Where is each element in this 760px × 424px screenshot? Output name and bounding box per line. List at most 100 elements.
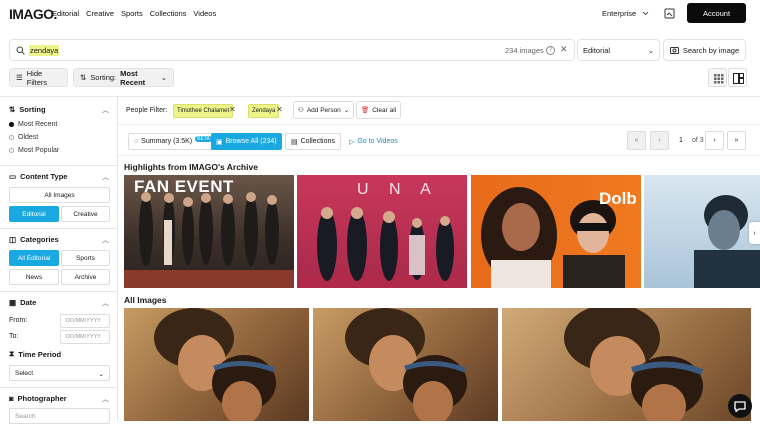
content-creative-button[interactable]: Creative	[61, 206, 110, 222]
sorting-button[interactable]: ⇅ Sorting: Most Recent ⌄	[73, 68, 174, 87]
sorting-title: Sorting	[19, 105, 46, 114]
nav-creative[interactable]: Creative	[86, 9, 114, 18]
chevron-down-icon: ⌄	[343, 107, 350, 114]
category-archive-button[interactable]: Archive	[61, 269, 110, 285]
tab-collections-label: Collections	[300, 138, 335, 145]
photo-caption: Dolb	[599, 189, 637, 208]
chat-button[interactable]	[728, 394, 752, 418]
enterprise-selector[interactable]: Enterprise	[602, 9, 649, 18]
date-from-input[interactable]: DD/MM/YYYY	[60, 314, 110, 328]
categories-icon: ◫	[9, 235, 17, 244]
result-count: 234 images	[505, 46, 544, 55]
chevron-up-icon[interactable]: ︿	[102, 105, 109, 115]
time-period-select[interactable]: Select ⌄	[9, 365, 110, 381]
filter-sidebar: ⇅ Sorting ︿ Most Recent Oldest Most Popu…	[0, 97, 118, 424]
sort-option-oldest[interactable]: Oldest	[9, 134, 38, 141]
nav-videos[interactable]: Videos	[193, 9, 216, 18]
mosaic-view-button[interactable]	[728, 68, 747, 87]
hourglass-icon: ⧗	[9, 349, 15, 358]
highlight-image-2[interactable]: U N A	[297, 175, 467, 288]
search-icon	[16, 46, 25, 55]
sort-icon: ⇅	[80, 73, 87, 82]
date-section-header[interactable]: ▦ Date	[9, 298, 36, 307]
main-nav: Editorial Creative Sports Collections Vi…	[52, 9, 223, 18]
time-period-header: ⧗ Time Period	[9, 349, 61, 359]
go-to-videos-link[interactable]: ▷ Go to Videos	[344, 133, 403, 150]
chevron-up-icon[interactable]: ︿	[102, 394, 109, 404]
categories-section-header[interactable]: ◫ Categories	[9, 235, 59, 244]
lightbox-icon[interactable]	[664, 8, 675, 19]
chevron-up-icon[interactable]: ︿	[102, 235, 109, 245]
highlights-title: Highlights from IMAGO's Archive	[124, 162, 258, 172]
current-page[interactable]: 1	[679, 137, 683, 144]
remove-chip-icon[interactable]: ✕	[229, 105, 236, 114]
chevron-down-icon: ⌄	[98, 371, 104, 378]
all-images-title: All Images	[124, 295, 167, 305]
add-person-button[interactable]: ⚇ Add Person ⌄	[293, 101, 355, 119]
prev-page-button[interactable]: ‹	[650, 131, 669, 150]
clear-search-icon[interactable]: ✕	[560, 44, 568, 55]
sort-option-most-popular[interactable]: Most Popular	[9, 147, 59, 154]
search-type-select[interactable]: Editorial ⌄	[577, 39, 660, 61]
sort-option-most-recent[interactable]: Most Recent	[9, 121, 57, 128]
person-chip-zendaya[interactable]: Zendaya	[248, 104, 280, 118]
image-card[interactable]	[124, 308, 309, 421]
person-chip-timothee[interactable]: Timothee Chalamet	[173, 104, 234, 118]
first-page-button[interactable]: «	[627, 131, 646, 150]
search-bar[interactable]: zendaya 234 images ? ✕	[9, 39, 575, 61]
search-query[interactable]: zendaya	[29, 45, 60, 56]
carousel-next-button[interactable]: ›	[749, 222, 760, 244]
photo	[564, 308, 704, 421]
mosaic-icon	[733, 73, 744, 84]
tab-collections[interactable]: ▤ Collections	[285, 133, 341, 150]
search-by-image-button[interactable]: Search by image	[663, 39, 746, 61]
next-page-button[interactable]: ›	[705, 131, 724, 150]
add-person-label: Add Person	[306, 106, 341, 114]
nav-editorial[interactable]: Editorial	[52, 9, 79, 18]
enterprise-label: Enterprise	[602, 9, 637, 18]
hide-filters-button[interactable]: ☰ Hide Filters	[9, 68, 68, 87]
tab-browse-all[interactable]: ▣ Browse All (234)	[211, 133, 282, 150]
image-card[interactable]	[313, 308, 498, 421]
add-user-icon: ⚇	[298, 107, 304, 114]
people-filter-label: People Filter:	[126, 107, 168, 114]
photographer-section-header[interactable]: ◙ Photographer	[9, 394, 67, 403]
nav-sports[interactable]: Sports	[121, 9, 143, 18]
help-icon[interactable]: ?	[546, 46, 555, 55]
remove-chip-icon[interactable]: ✕	[276, 105, 283, 114]
chevron-up-icon[interactable]: ︿	[102, 298, 109, 308]
divider	[0, 165, 118, 166]
category-news-button[interactable]: News	[9, 269, 59, 285]
radio-selected-icon	[9, 122, 14, 127]
date-title: Date	[20, 298, 37, 307]
beta-badge: BETA	[195, 136, 212, 142]
chat-icon	[734, 401, 746, 413]
content-type-section-header[interactable]: ▭ Content Type	[9, 172, 67, 181]
category-sports-button[interactable]: Sports	[61, 250, 110, 266]
content-type-icon: ▭	[9, 172, 17, 181]
category-all-editorial-button[interactable]: All Editorial	[9, 250, 59, 266]
date-to-input[interactable]: DD/MM/YYYY	[60, 330, 110, 344]
tab-browse-label: Browse All (234)	[225, 138, 277, 145]
still-photo	[694, 195, 760, 288]
highlight-image-1[interactable]: FAN EVENT	[124, 175, 294, 288]
image-card[interactable]	[502, 308, 751, 421]
sorting-section-header[interactable]: ⇅ Sorting	[9, 105, 46, 114]
photographer-search-placeholder: Search	[15, 413, 36, 420]
highlight-image-3[interactable]: Dolb	[471, 175, 641, 288]
nav-collections[interactable]: Collections	[150, 9, 187, 18]
chevron-down-icon: ⌄	[647, 46, 654, 55]
sort-icon: ⇅	[9, 105, 16, 114]
content-editorial-button[interactable]: Editorial	[9, 206, 59, 222]
grid-view-button[interactable]	[708, 68, 727, 87]
photographer-search-input[interactable]: Search	[9, 408, 110, 424]
chevron-up-icon[interactable]: ︿	[102, 172, 109, 182]
video-icon: ▷	[349, 138, 355, 146]
account-button[interactable]: Account	[687, 3, 746, 23]
highlight-image-4[interactable]	[644, 175, 760, 288]
last-page-button[interactable]: »	[727, 131, 746, 150]
clear-all-button[interactable]: 🗑 Clear all	[356, 101, 402, 119]
imago-logo[interactable]: IMAGO.	[9, 6, 57, 22]
tab-summary[interactable]: ◌ Summary (3.5K) BETA	[128, 133, 218, 150]
content-all-images-button[interactable]: All Images	[9, 187, 110, 203]
